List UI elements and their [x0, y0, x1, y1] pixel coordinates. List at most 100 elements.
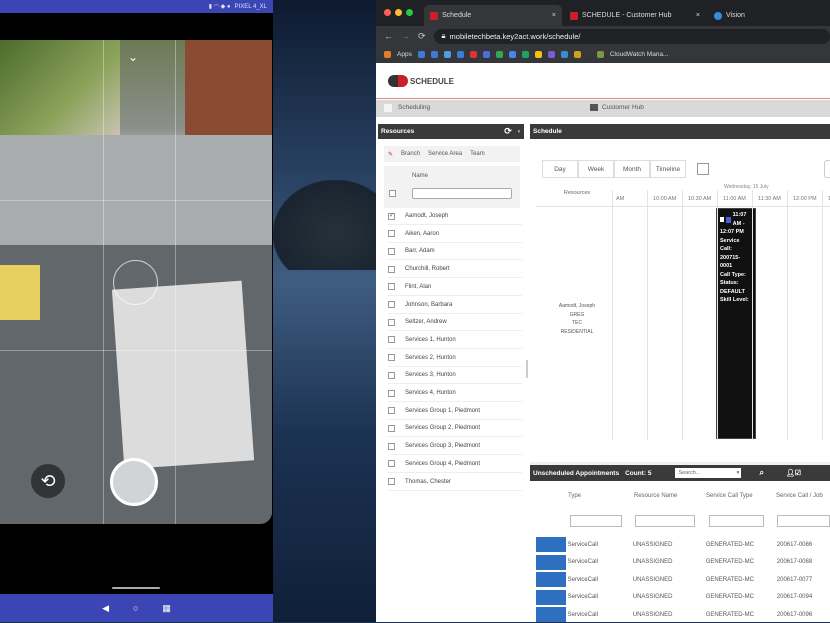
name-filter-input[interactable] — [412, 188, 512, 199]
docs-icon[interactable] — [508, 51, 516, 58]
resource-row[interactable]: Barr, Adam — [388, 243, 522, 261]
bookmark-cloudwatch[interactable]: CloudWatch Mana... — [610, 51, 669, 58]
filter-branch[interactable]: Branch — [401, 151, 420, 157]
resource-checkbox[interactable] — [388, 230, 395, 238]
switch-camera-icon[interactable]: ⟲ — [31, 464, 65, 498]
resource-row[interactable]: Flint, Alan — [388, 279, 522, 296]
tab-schedule[interactable]: Schedule × — [424, 5, 562, 26]
bookmark-icon[interactable] — [443, 51, 451, 58]
bookmark-apps[interactable]: Apps — [397, 51, 412, 58]
column-header[interactable]: Service Call / Job — [776, 493, 823, 499]
appointment-type-icon[interactable] — [536, 589, 566, 605]
filter-team[interactable]: Team — [470, 151, 485, 157]
resource-row[interactable]: Aiken, Aaron — [388, 226, 522, 243]
view-day-button[interactable]: Day — [542, 160, 578, 178]
panel-splitter[interactable] — [526, 360, 528, 378]
view-month-button[interactable]: Month — [614, 160, 650, 178]
menu-scheduling[interactable]: Scheduling — [384, 104, 430, 112]
resource-checkbox[interactable] — [388, 442, 395, 450]
tab-vision[interactable]: Vision — [708, 5, 788, 26]
resource-checkbox[interactable] — [388, 301, 395, 308]
resource-checkbox[interactable] — [388, 336, 395, 344]
close-tab-icon[interactable]: × — [696, 12, 700, 19]
tab-customer-hub[interactable]: SCHEDULE - Customer Hub × — [564, 5, 706, 26]
resource-row[interactable]: Thomas, Chester — [388, 474, 522, 491]
shutter-button[interactable] — [110, 458, 158, 506]
unscheduled-row[interactable]: ServiceCall UNASSIGNED GENERATED-MC 200617-… — [536, 554, 830, 571]
resource-row[interactable]: Services Group 3, Piedmont — [388, 438, 522, 456]
column-header[interactable]: Resource Name — [634, 493, 677, 499]
appointment-type-icon[interactable] — [536, 607, 566, 622]
column-header[interactable]: Service Call Type — [706, 493, 753, 499]
resource-row[interactable]: Services 4, Hunton — [388, 385, 522, 402]
call-type-filter-input[interactable] — [709, 515, 764, 527]
view-timeline-button[interactable]: Timeline — [650, 160, 686, 178]
resource-checkbox[interactable] — [388, 247, 395, 255]
type-filter-input[interactable] — [570, 515, 622, 527]
resource-row[interactable]: Services Group 2, Piedmont — [388, 420, 522, 438]
resource-checkbox[interactable] — [388, 354, 395, 362]
address-bar[interactable]: 🔒︎ mobiletechbeta.key2act.work/schedule/ — [433, 28, 830, 44]
resource-checkbox[interactable] — [388, 318, 395, 326]
unscheduled-row[interactable]: ServiceCall UNASSIGNED GENERATED-MC 200617-… — [536, 571, 830, 588]
resource-checkbox[interactable] — [388, 478, 395, 485]
close-window-button[interactable] — [384, 9, 391, 16]
resource-row[interactable]: Services Group 1, Piedmont — [388, 403, 522, 420]
search-icon[interactable]: ⌕ — [759, 468, 763, 478]
resource-row[interactable]: ✓ Aamodt, Joseph — [388, 208, 522, 225]
resource-checkbox[interactable]: ✓ — [388, 212, 395, 220]
minimize-window-button[interactable] — [395, 9, 402, 16]
resource-checkbox[interactable] — [388, 424, 395, 432]
assign-user-icon[interactable]: 👤︎☑ — [786, 469, 801, 477]
resource-checkbox[interactable] — [388, 265, 395, 273]
close-tab-icon[interactable]: × — [552, 12, 556, 19]
resource-row[interactable]: Services 2, Hunton — [388, 350, 522, 367]
unscheduled-row[interactable]: ServiceCall UNASSIGNED GENERATED-MC 200617-… — [536, 606, 830, 623]
job-filter-input[interactable] — [777, 515, 830, 527]
bookmark-icon[interactable] — [573, 51, 581, 58]
bookmark-icon[interactable] — [430, 51, 438, 58]
maximize-window-button[interactable] — [406, 9, 413, 16]
resource-checkbox[interactable] — [388, 407, 395, 415]
bookmark-icon[interactable] — [417, 51, 425, 58]
resource-checkbox[interactable] — [388, 283, 395, 291]
select-all-checkbox[interactable] — [389, 190, 396, 197]
bookmark-icon[interactable] — [547, 51, 555, 58]
collapse-icon[interactable]: ⌄ — [128, 50, 138, 64]
bookmark-icon[interactable] — [482, 51, 490, 58]
camera-viewfinder[interactable]: ⌄ ⟲ — [0, 40, 272, 524]
resource-row[interactable]: Services 3, Hunton — [388, 367, 522, 385]
forward-icon[interactable]: → — [401, 31, 410, 41]
drive-icon[interactable] — [495, 51, 503, 58]
collapse-panel-icon[interactable]: ‹ — [518, 128, 520, 135]
resource-row[interactable]: Churchill, Robert — [388, 261, 522, 279]
unscheduled-row[interactable]: ServiceCall UNASSIGNED GENERATED-MC 200617-… — [536, 536, 830, 553]
unscheduled-row[interactable]: ServiceCall UNASSIGNED GENERATED-MC 200617-… — [536, 589, 830, 606]
menu-customer-hub[interactable]: Customer Hub — [590, 104, 644, 111]
refresh-icon[interactable]: ⟳ — [504, 126, 512, 137]
resource-checkbox[interactable] — [388, 371, 395, 379]
resource-row[interactable]: Services Group 4, Piedmont — [388, 456, 522, 473]
resource-checkbox[interactable] — [388, 389, 395, 397]
resource-row[interactable]: Seltzer, Andrew — [388, 314, 522, 332]
resource-row[interactable]: Johnson, Barbara — [388, 297, 522, 314]
filter-service-area[interactable]: Service Area — [428, 151, 462, 157]
appointment-type-icon[interactable] — [536, 537, 566, 552]
bookmark-icon[interactable] — [469, 51, 477, 58]
column-header[interactable]: Type — [568, 493, 581, 499]
appointment-block[interactable]: 11:07 AM - 12:07 PM Service Call: 200715… — [716, 208, 756, 439]
view-week-button[interactable]: Week — [578, 160, 614, 178]
bookmark-icon[interactable] — [456, 51, 464, 58]
date-picker[interactable] — [824, 160, 830, 178]
reload-icon[interactable]: ⟳ — [418, 31, 426, 42]
search-dropdown[interactable]: Search... ▾ — [675, 468, 742, 478]
filter-icon[interactable]: ✎ — [388, 151, 393, 158]
appointment-type-icon[interactable] — [536, 554, 566, 570]
calendar-icon[interactable] — [697, 163, 709, 175]
resource-filter-input[interactable] — [635, 515, 695, 527]
appointment-type-icon[interactable] — [536, 572, 566, 587]
home-icon[interactable]: ○ — [133, 603, 138, 613]
back-icon[interactable]: ← — [384, 31, 393, 41]
resource-checkbox[interactable] — [388, 460, 395, 468]
slides-icon[interactable] — [534, 51, 542, 58]
